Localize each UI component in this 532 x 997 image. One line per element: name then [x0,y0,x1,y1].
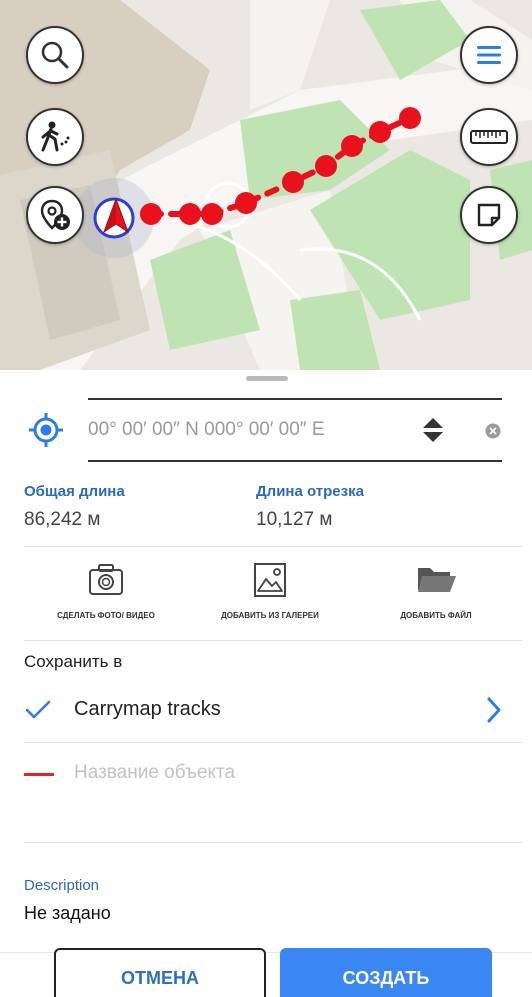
add-point-button[interactable] [26,186,84,244]
total-length-value: 86,242 м [24,509,101,530]
current-position-icon [93,197,135,239]
divider [24,546,522,547]
object-name-input[interactable] [74,762,494,784]
coordinates-field[interactable]: 00° 00′ 00″ N 000° 00′ 00″ E [88,398,502,462]
note-button[interactable] [460,186,518,244]
search-icon [41,41,69,69]
clear-icon[interactable] [485,423,501,439]
search-button[interactable] [26,26,84,84]
gallery-icon [254,563,286,597]
folder-icon [418,568,456,592]
create-object-sheet: 00° 00′ 00″ N 000° 00′ 00″ E Общая длина… [0,370,532,997]
chevron-right-icon [487,697,501,723]
walking-track-button[interactable] [26,108,84,166]
object-name-row [24,760,504,790]
save-to-label: Сохранить в [24,652,123,671]
sheet-drag-handle[interactable] [246,376,288,381]
save-target-name: Carrymap tracks [74,698,221,720]
walking-track-icon [41,121,70,152]
divider [24,842,522,843]
menu-button[interactable] [460,26,518,84]
take-photo-button[interactable]: СДЕЛАТЬ ФОТО/ ВИДЕО [36,560,176,621]
coordinates-value: 00° 00′ 00″ N 000° 00′ 00″ E [88,419,325,440]
create-button[interactable]: СОЗДАТЬ [280,948,492,997]
add-from-gallery-label: ДОБАВИТЬ ИЗ ГАЛЕРЕИ [221,611,319,620]
description-label: Description [24,877,100,894]
divider [24,640,522,641]
note-icon [477,203,501,227]
add-location-icon [40,199,70,230]
ruler-button[interactable] [460,108,518,166]
add-from-gallery-button[interactable]: ДОБАВИТЬ ИЗ ГАЛЕРЕИ [200,560,340,621]
coordinates-row: 00° 00′ 00″ N 000° 00′ 00″ E [0,398,532,462]
line-style-swatch[interactable] [24,773,54,776]
add-file-button[interactable]: ДОБАВИТЬ ФАЙЛ [366,560,506,621]
ruler-icon [470,130,508,144]
cancel-button[interactable]: ОТМЕНА [54,948,266,997]
description-value[interactable]: Не задано [24,903,111,924]
my-location-icon[interactable] [28,412,64,448]
save-target-selector[interactable]: Carrymap tracks [24,690,504,730]
menu-icon [477,46,501,64]
coordinate-format-toggle-icon[interactable] [422,416,444,444]
segment-length-value: 10,127 м [256,509,333,530]
segment-length-label: Длина отрезка [256,483,364,500]
camera-icon [89,564,123,595]
take-photo-label: СДЕЛАТЬ ФОТО/ ВИДЕО [57,611,155,620]
add-file-label: ДОБАВИТЬ ФАЙЛ [400,611,472,620]
check-icon [25,700,51,719]
divider [24,742,522,743]
map-view[interactable] [0,0,532,370]
total-length-label: Общая длина [24,483,125,500]
